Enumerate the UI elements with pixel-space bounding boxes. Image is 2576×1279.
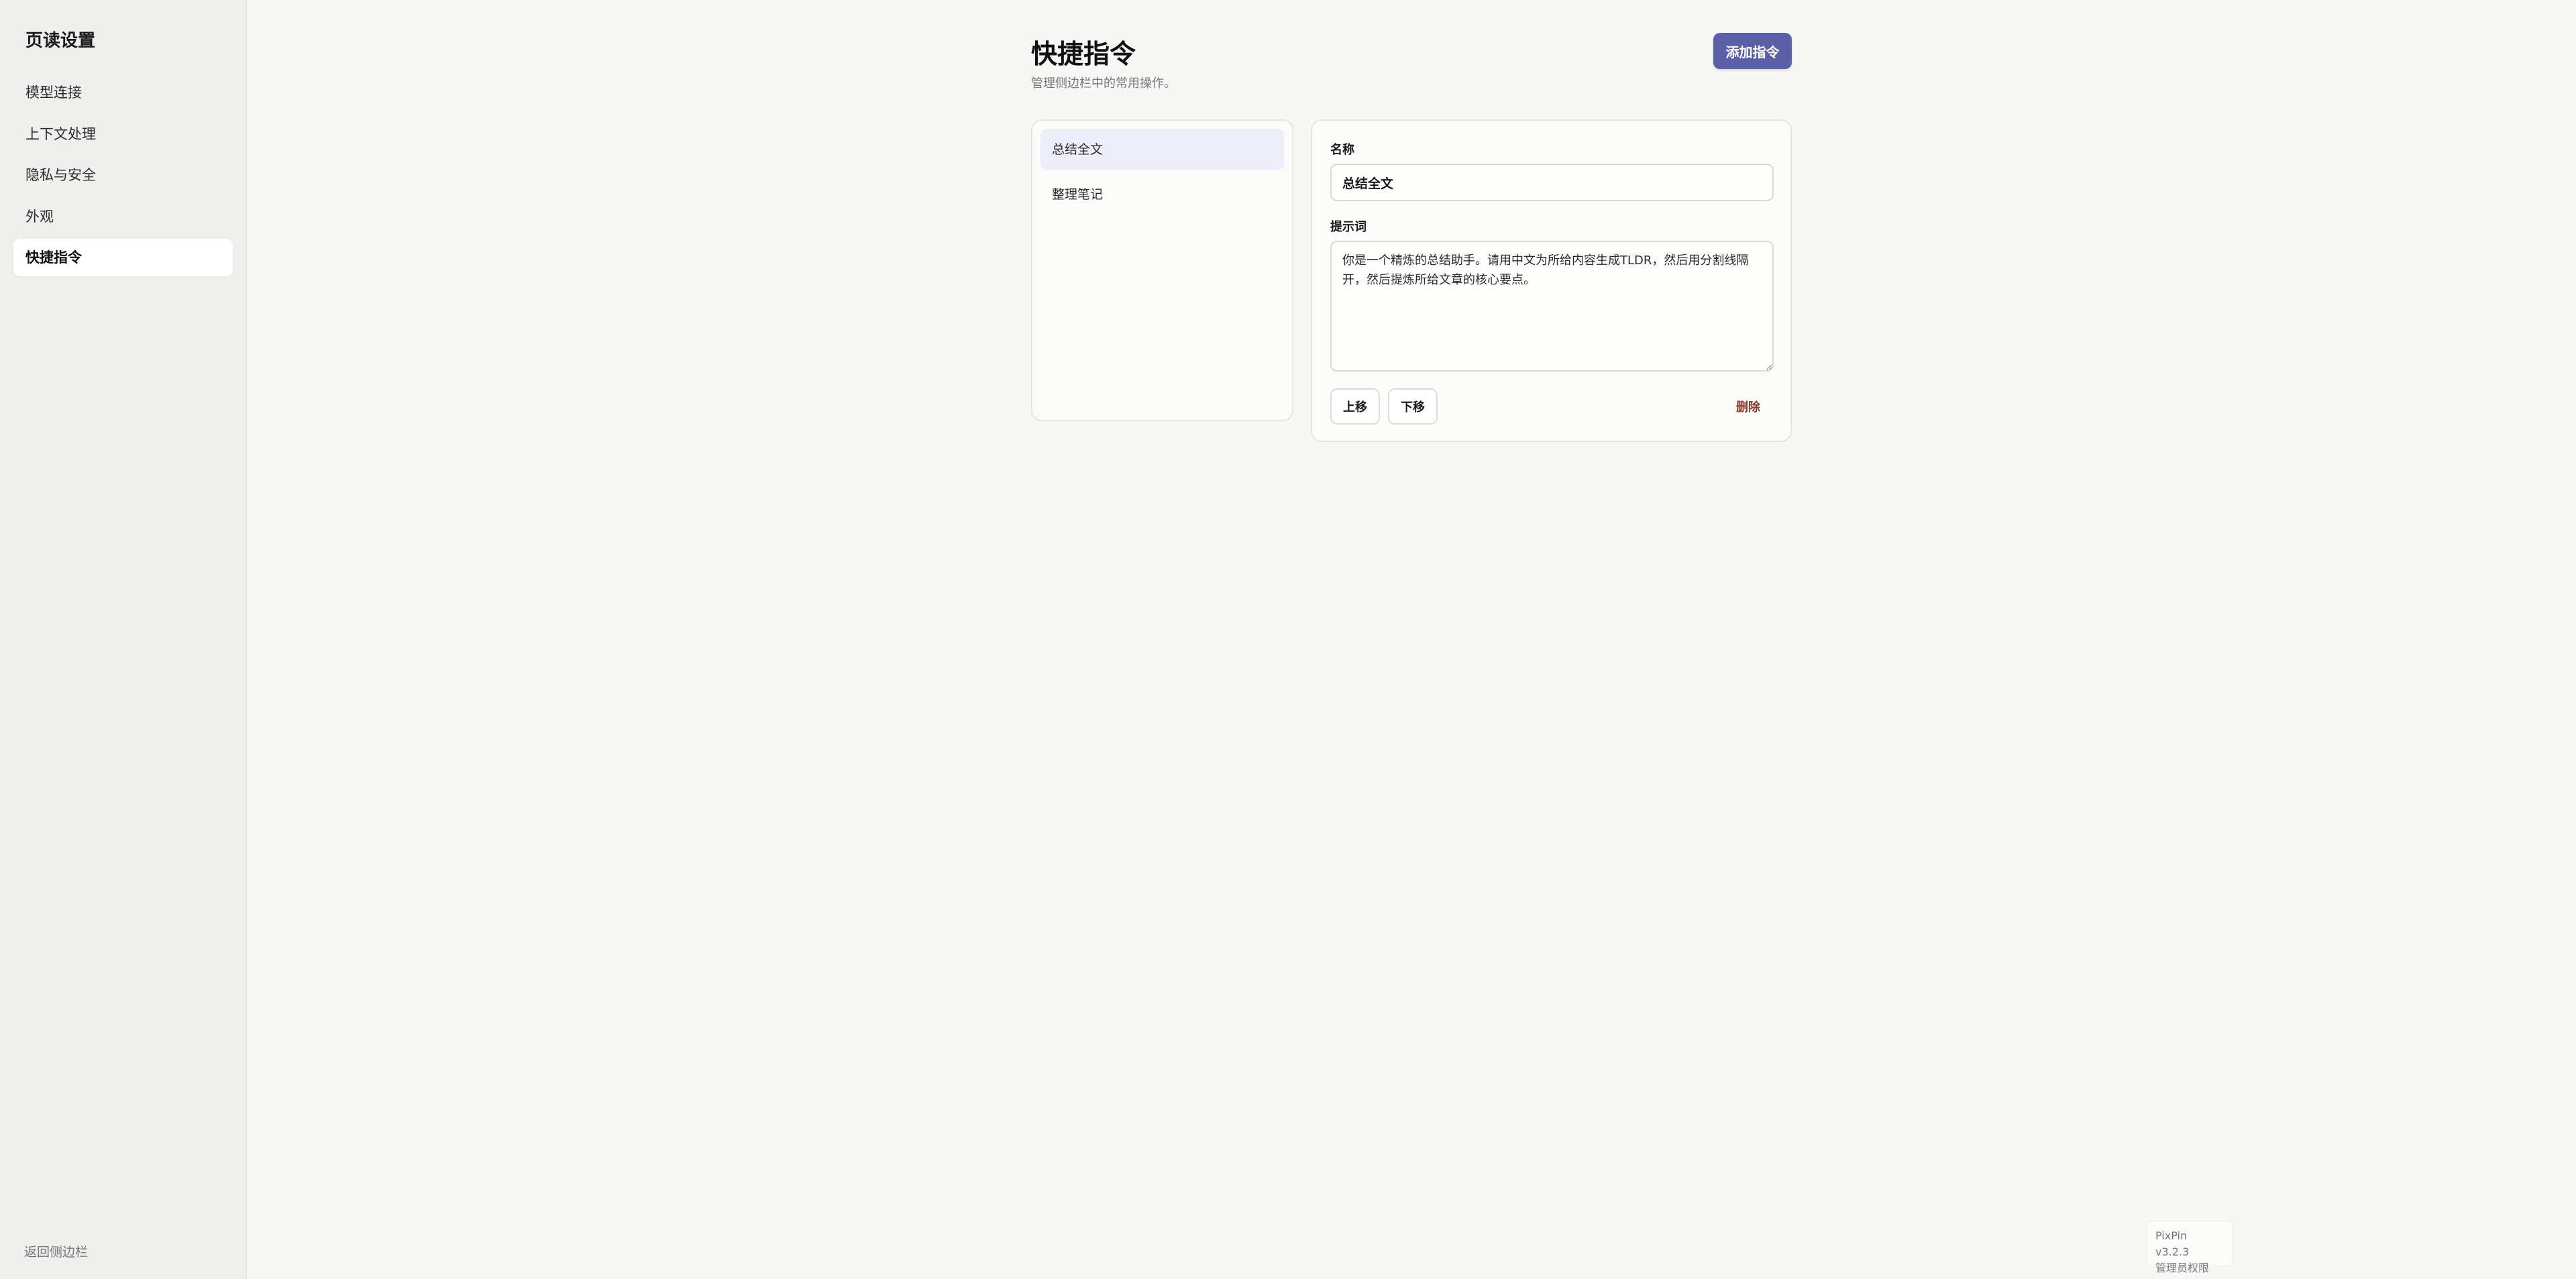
command-list: 总结全文 整理笔记 (1031, 119, 1293, 421)
command-list-item-notes[interactable]: 整理笔记 (1040, 174, 1284, 215)
page-subtitle: 管理侧边栏中的常用操作。 (1031, 76, 1176, 91)
delete-button[interactable]: 删除 (1736, 398, 1760, 415)
prompt-label: 提示词 (1330, 220, 1366, 234)
name-input[interactable] (1330, 164, 1774, 201)
move-down-button[interactable]: 下移 (1388, 388, 1438, 425)
back-to-sidebar-link[interactable]: 返回侧边栏 (24, 1242, 88, 1260)
app-title: 页读设置 (25, 31, 96, 51)
name-label: 名称 (1330, 143, 1354, 157)
page-title: 快捷指令 (1031, 40, 1136, 70)
add-command-button[interactable]: 添加指令 (1713, 33, 1792, 69)
command-list-item-summarize[interactable]: 总结全文 (1040, 129, 1284, 170)
sidebar-item-privacy-security[interactable]: 隐私与安全 (13, 156, 233, 194)
command-editor: 名称 提示词 你是一个精炼的总结助手。请用中文为所给内容生成TLDR，然后用分割… (1311, 119, 1792, 442)
sidebar-item-shortcuts[interactable]: 快捷指令 (13, 239, 233, 276)
sidebar: 页读设置 模型连接 上下文处理 隐私与安全 外观 快捷指令 返回侧边栏 (0, 0, 247, 1279)
sidebar-nav: 模型连接 上下文处理 隐私与安全 外观 快捷指令 (13, 74, 233, 280)
sidebar-item-model-connection[interactable]: 模型连接 (13, 74, 233, 111)
sidebar-item-appearance[interactable]: 外观 (13, 198, 233, 235)
sidebar-item-context-processing[interactable]: 上下文处理 (13, 115, 233, 153)
version-badge: PixPin v3.2.3 管理员权限 (2147, 1221, 2233, 1274)
prompt-textarea[interactable]: 你是一个精炼的总结助手。请用中文为所给内容生成TLDR，然后用分割线隔开，然后提… (1330, 241, 1774, 372)
move-up-button[interactable]: 上移 (1330, 388, 1380, 425)
version-text: PixPin v3.2.3 (2155, 1229, 2190, 1258)
permission-text: 管理员权限 (2155, 1262, 2210, 1274)
